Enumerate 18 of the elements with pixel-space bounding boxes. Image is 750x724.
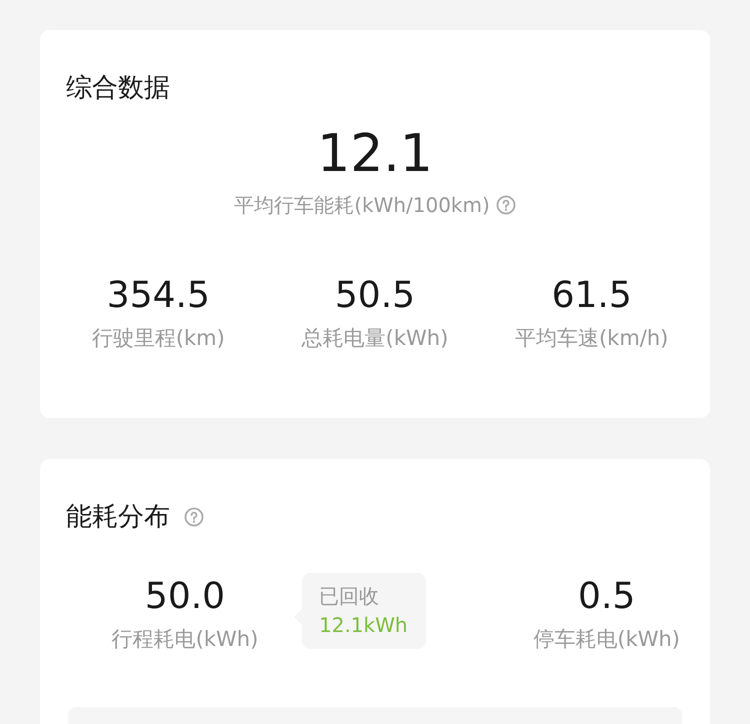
- average-consumption-value: 12.1: [317, 123, 433, 186]
- stat-label: 行驶里程(km): [92, 325, 225, 352]
- tooltip-value: 12.1kWh: [319, 612, 408, 639]
- energy-label: 停车耗电(kWh): [533, 626, 680, 653]
- stat-label: 平均车速(km/h): [514, 325, 668, 352]
- stat-label: 总耗电量(kWh): [302, 325, 448, 352]
- help-icon[interactable]: [496, 195, 516, 215]
- energy-value: 0.5: [578, 575, 636, 619]
- stat-value: 354.5: [106, 274, 210, 318]
- stat-value: 50.5: [334, 274, 416, 318]
- tooltip-label: 已回收: [319, 583, 380, 610]
- card-title: 能耗分布: [66, 501, 170, 534]
- card-title: 综合数据: [66, 72, 170, 105]
- energy-value: 50.0: [144, 575, 226, 619]
- average-consumption-label: 平均行车能耗(kWh/100km): [234, 192, 490, 219]
- energy-label: 行程耗电(kWh): [112, 626, 258, 653]
- help-icon[interactable]: [184, 507, 204, 527]
- stat-value: 61.5: [552, 274, 632, 318]
